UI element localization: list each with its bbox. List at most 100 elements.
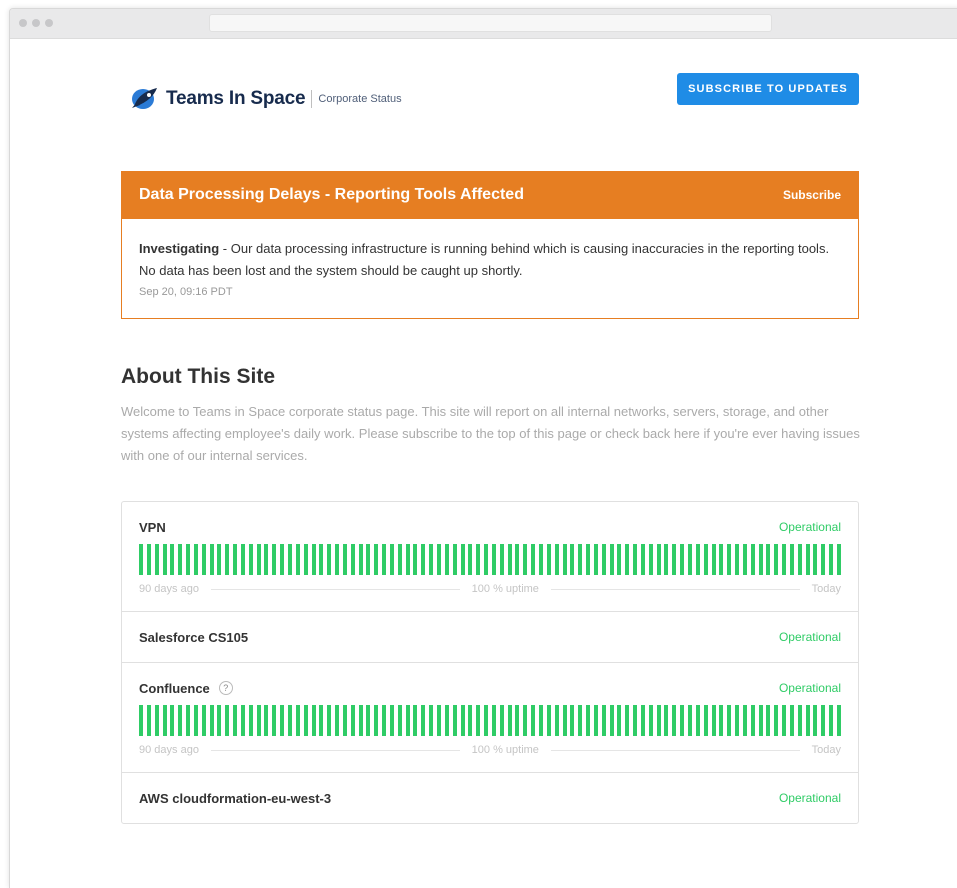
minimize-window-dot[interactable] — [32, 19, 40, 27]
uptime-day-bar[interactable] — [829, 705, 834, 736]
uptime-day-bar[interactable] — [468, 705, 473, 736]
uptime-day-bar[interactable] — [687, 544, 692, 575]
uptime-day-bar[interactable] — [413, 544, 418, 575]
uptime-day-bar[interactable] — [774, 705, 779, 736]
uptime-day-bar[interactable] — [837, 544, 841, 575]
uptime-day-bar[interactable] — [821, 544, 826, 575]
uptime-day-bar[interactable] — [170, 544, 175, 575]
uptime-day-bar[interactable] — [538, 705, 543, 736]
uptime-day-bar[interactable] — [797, 705, 802, 736]
uptime-day-bar[interactable] — [648, 544, 653, 575]
maximize-window-dot[interactable] — [45, 19, 53, 27]
uptime-day-bar[interactable] — [491, 705, 496, 736]
uptime-day-bar[interactable] — [162, 544, 167, 575]
uptime-day-bar[interactable] — [389, 544, 394, 575]
uptime-day-bar[interactable] — [146, 705, 151, 736]
uptime-day-bar[interactable] — [295, 544, 300, 575]
uptime-day-bar[interactable] — [193, 705, 198, 736]
uptime-day-bar[interactable] — [782, 544, 787, 575]
uptime-day-bar[interactable] — [444, 544, 449, 575]
uptime-day-bar[interactable] — [601, 544, 606, 575]
uptime-day-bar[interactable] — [586, 705, 591, 736]
uptime-day-bar[interactable] — [350, 544, 355, 575]
uptime-day-bar[interactable] — [366, 544, 371, 575]
uptime-day-bar[interactable] — [515, 544, 520, 575]
uptime-day-bar[interactable] — [546, 544, 551, 575]
uptime-day-bar[interactable] — [178, 544, 183, 575]
uptime-day-bar[interactable] — [389, 705, 394, 736]
uptime-day-bar[interactable] — [366, 705, 371, 736]
uptime-day-bar[interactable] — [821, 705, 826, 736]
uptime-day-bar[interactable] — [374, 544, 379, 575]
uptime-day-bar[interactable] — [162, 705, 167, 736]
uptime-day-bar[interactable] — [703, 544, 708, 575]
uptime-day-bar[interactable] — [578, 705, 583, 736]
uptime-day-bar[interactable] — [735, 544, 740, 575]
uptime-day-bar[interactable] — [515, 705, 520, 736]
uptime-day-bar[interactable] — [193, 544, 198, 575]
uptime-day-bar[interactable] — [452, 544, 457, 575]
uptime-day-bar[interactable] — [750, 705, 755, 736]
uptime-day-bar[interactable] — [358, 705, 363, 736]
uptime-day-bar[interactable] — [664, 705, 669, 736]
uptime-day-bar[interactable] — [217, 544, 222, 575]
uptime-day-bar[interactable] — [735, 705, 740, 736]
uptime-day-bar[interactable] — [288, 705, 292, 736]
uptime-day-bar[interactable] — [272, 705, 277, 736]
uptime-day-bar[interactable] — [507, 705, 512, 736]
uptime-day-bar[interactable] — [687, 705, 692, 736]
uptime-day-bar[interactable] — [397, 705, 402, 736]
uptime-day-bar[interactable] — [240, 705, 245, 736]
uptime-day-bar[interactable] — [248, 705, 253, 736]
uptime-day-bar[interactable] — [311, 705, 316, 736]
uptime-day-bar[interactable] — [609, 544, 614, 575]
uptime-day-bar[interactable] — [209, 544, 214, 575]
uptime-day-bar[interactable] — [593, 544, 598, 575]
uptime-day-bar[interactable] — [648, 705, 653, 736]
uptime-day-bar[interactable] — [711, 705, 716, 736]
incident-subscribe-link[interactable]: Subscribe — [783, 188, 841, 202]
uptime-day-bar[interactable] — [186, 544, 191, 575]
uptime-day-bar[interactable] — [507, 544, 512, 575]
uptime-day-bar[interactable] — [546, 705, 551, 736]
uptime-day-bar[interactable] — [444, 705, 449, 736]
uptime-day-bar[interactable] — [664, 544, 669, 575]
uptime-day-bar[interactable] — [240, 544, 245, 575]
uptime-day-bar[interactable] — [758, 544, 763, 575]
uptime-day-bar[interactable] — [264, 705, 269, 736]
uptime-day-bar[interactable] — [170, 705, 175, 736]
uptime-day-bar[interactable] — [727, 544, 732, 575]
uptime-day-bar[interactable] — [476, 705, 481, 736]
uptime-day-bar[interactable] — [837, 705, 841, 736]
uptime-day-bar[interactable] — [601, 705, 606, 736]
uptime-day-bar[interactable] — [421, 705, 426, 736]
uptime-day-bar[interactable] — [342, 544, 347, 575]
uptime-day-bar[interactable] — [523, 544, 528, 575]
uptime-day-bar[interactable] — [695, 705, 700, 736]
uptime-day-bar[interactable] — [382, 544, 387, 575]
uptime-day-bar[interactable] — [672, 544, 677, 575]
uptime-day-bar[interactable] — [789, 544, 794, 575]
address-bar[interactable] — [209, 14, 772, 32]
uptime-day-bar[interactable] — [640, 544, 645, 575]
uptime-day-bar[interactable] — [295, 705, 300, 736]
uptime-day-bar[interactable] — [421, 544, 426, 575]
uptime-day-bar[interactable] — [617, 705, 622, 736]
uptime-day-bar[interactable] — [209, 705, 214, 736]
uptime-day-bar[interactable] — [374, 705, 379, 736]
uptime-day-bar[interactable] — [327, 705, 332, 736]
uptime-day-bar[interactable] — [766, 705, 771, 736]
uptime-day-bar[interactable] — [405, 544, 410, 575]
uptime-day-bar[interactable] — [327, 544, 332, 575]
uptime-day-bar[interactable] — [531, 705, 536, 736]
uptime-day-bar[interactable] — [342, 705, 347, 736]
uptime-day-bar[interactable] — [468, 544, 473, 575]
uptime-day-bar[interactable] — [413, 705, 418, 736]
uptime-day-bar[interactable] — [350, 705, 355, 736]
uptime-day-bar[interactable] — [280, 544, 285, 575]
uptime-day-bar[interactable] — [640, 705, 645, 736]
uptime-day-bar[interactable] — [554, 705, 559, 736]
uptime-day-bar[interactable] — [766, 544, 771, 575]
uptime-day-bar[interactable] — [562, 705, 567, 736]
uptime-day-bar[interactable] — [288, 544, 292, 575]
